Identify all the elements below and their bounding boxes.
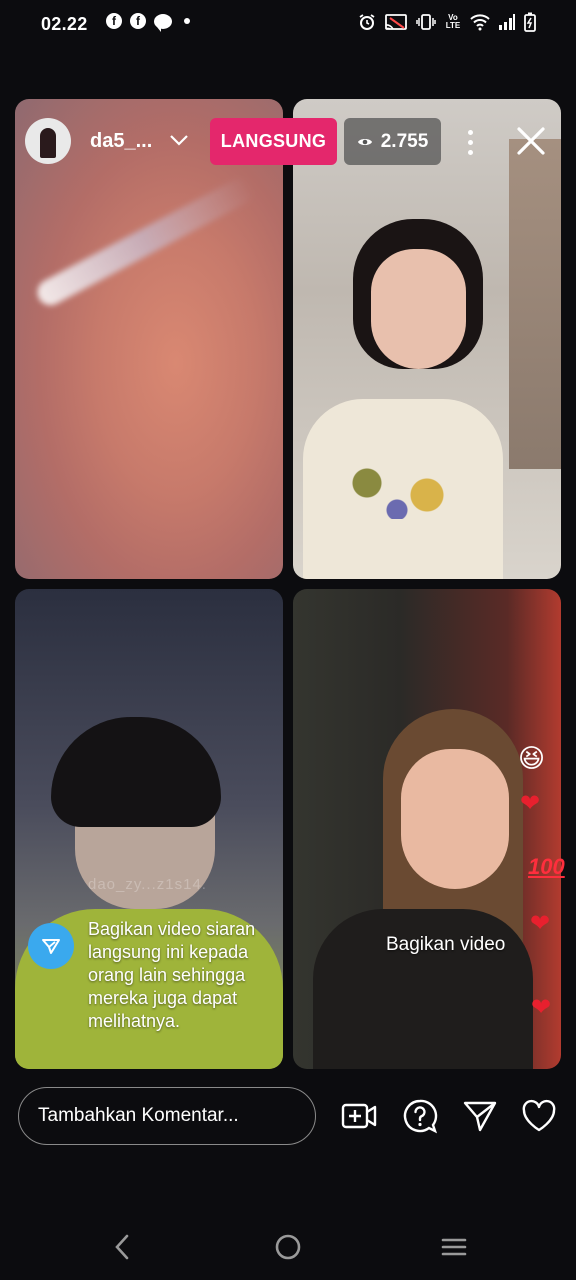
dot	[467, 139, 473, 145]
hundred-reaction: 100	[528, 854, 565, 879]
heart-reaction: ❤	[530, 910, 551, 937]
dot	[467, 149, 473, 155]
more-options-button[interactable]	[460, 124, 480, 160]
comment-placeholder: Tambahkan Komentar...	[38, 1105, 239, 1126]
battery-charging-icon	[524, 12, 536, 32]
volte-icon: Vo LTE	[445, 13, 461, 30]
comment-input[interactable]: Tambahkan Komentar...	[18, 1087, 316, 1145]
share-video-label[interactable]: Bagikan video	[386, 934, 505, 956]
participant-face	[371, 249, 466, 369]
avatar[interactable]	[25, 118, 71, 164]
vibrate-icon	[416, 14, 436, 30]
participant-hair	[51, 717, 221, 827]
live-badge: LANGSUNG	[210, 118, 337, 165]
participant-body	[303, 399, 503, 579]
eye-icon	[357, 138, 372, 145]
guest-stream-tile-1[interactable]	[293, 99, 561, 579]
chevron-down-icon[interactable]	[168, 132, 190, 148]
signal-icon	[499, 14, 515, 30]
add-video-icon[interactable]	[340, 1097, 378, 1135]
share-prompt-text: Bagikan video siaran langsung ini kepada…	[88, 919, 256, 1031]
watermark-name: dao_zy...z1s14.	[88, 876, 207, 893]
facebook-icon: f	[130, 13, 146, 29]
alarm-icon	[359, 14, 375, 30]
question-icon[interactable]	[401, 1097, 439, 1135]
message-icon	[154, 13, 172, 32]
back-icon[interactable]	[112, 1232, 134, 1262]
viewer-count[interactable]: 2.755	[344, 118, 441, 165]
viewer-count-value: 2.755	[380, 130, 429, 152]
facebook-icon: f	[106, 13, 122, 29]
cast-icon	[385, 14, 407, 30]
home-icon[interactable]	[274, 1232, 302, 1262]
light-streak	[32, 174, 258, 310]
participant-body	[313, 909, 533, 1069]
status-bar: 02.22 f f Vo LTE	[0, 0, 576, 48]
system-icons: Vo LTE	[358, 12, 536, 32]
background-shelf	[509, 139, 561, 469]
wifi-icon	[470, 14, 490, 31]
recents-icon[interactable]	[440, 1232, 468, 1262]
heart-icon[interactable]	[520, 1097, 558, 1135]
laugh-reaction: 😆	[518, 743, 546, 773]
dot	[467, 129, 473, 135]
status-time: 02.22	[41, 14, 88, 34]
dot-icon	[184, 18, 190, 24]
notification-icons: f f	[106, 13, 190, 32]
heart-reaction: ❤	[520, 790, 541, 817]
share-prompt-icon[interactable]	[28, 923, 74, 969]
send-icon	[42, 939, 60, 954]
send-icon[interactable]	[461, 1097, 499, 1135]
host-username[interactable]: da5_...	[90, 130, 152, 153]
guest-stream-tile-3[interactable]	[293, 589, 561, 1069]
participant-face	[401, 749, 509, 889]
close-icon[interactable]	[510, 120, 552, 162]
heart-reaction: ❤	[531, 994, 552, 1021]
host-stream-tile[interactable]	[15, 99, 283, 579]
